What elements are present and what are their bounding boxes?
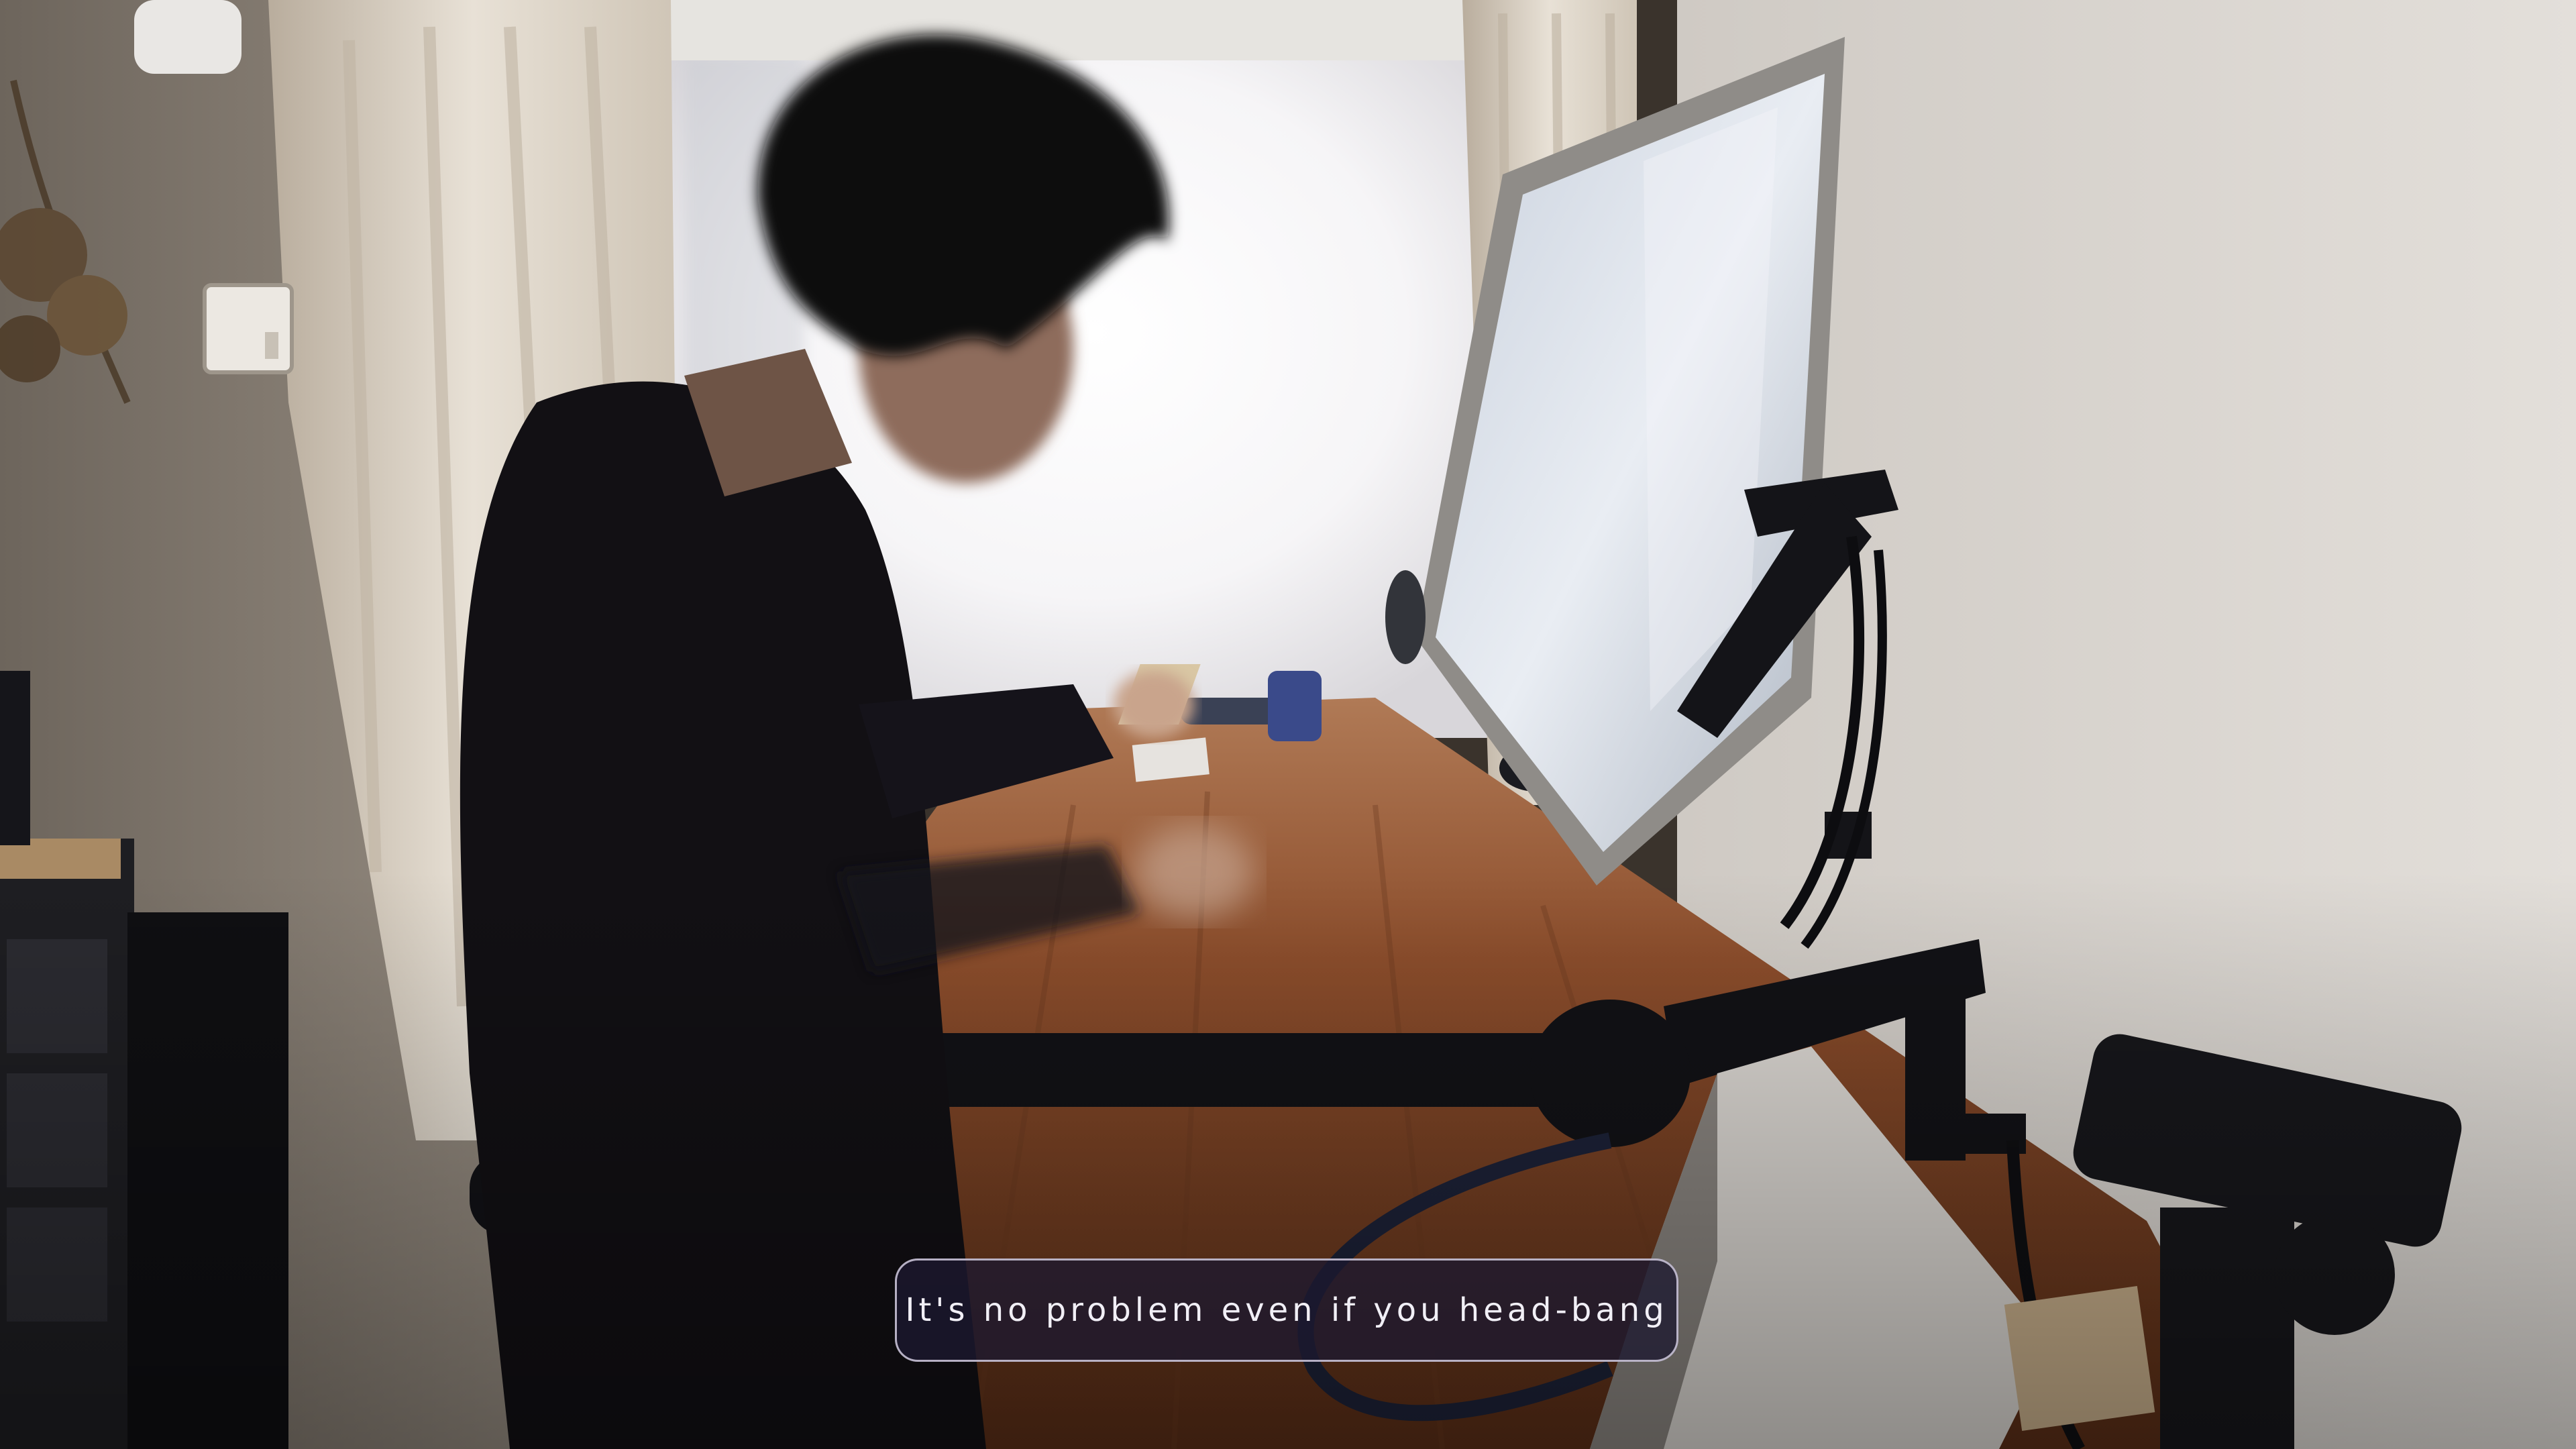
light-switch-button bbox=[265, 332, 278, 359]
subtitle-text: It's no problem even if you head-bang bbox=[905, 1291, 1668, 1329]
monitor-rear-light bbox=[1385, 570, 1426, 664]
subtitle-caption: It's no problem even if you head-bang bbox=[895, 1258, 1678, 1362]
air-conditioner-edge bbox=[134, 0, 241, 74]
speaker-left bbox=[0, 671, 30, 845]
light-switch bbox=[203, 283, 294, 374]
window-frame-top bbox=[657, 0, 1529, 60]
scene-vignette bbox=[0, 872, 2576, 1449]
photo-scene bbox=[0, 0, 2576, 1449]
person-hand-upper bbox=[1114, 671, 1194, 738]
desk-paper bbox=[1132, 737, 1210, 782]
